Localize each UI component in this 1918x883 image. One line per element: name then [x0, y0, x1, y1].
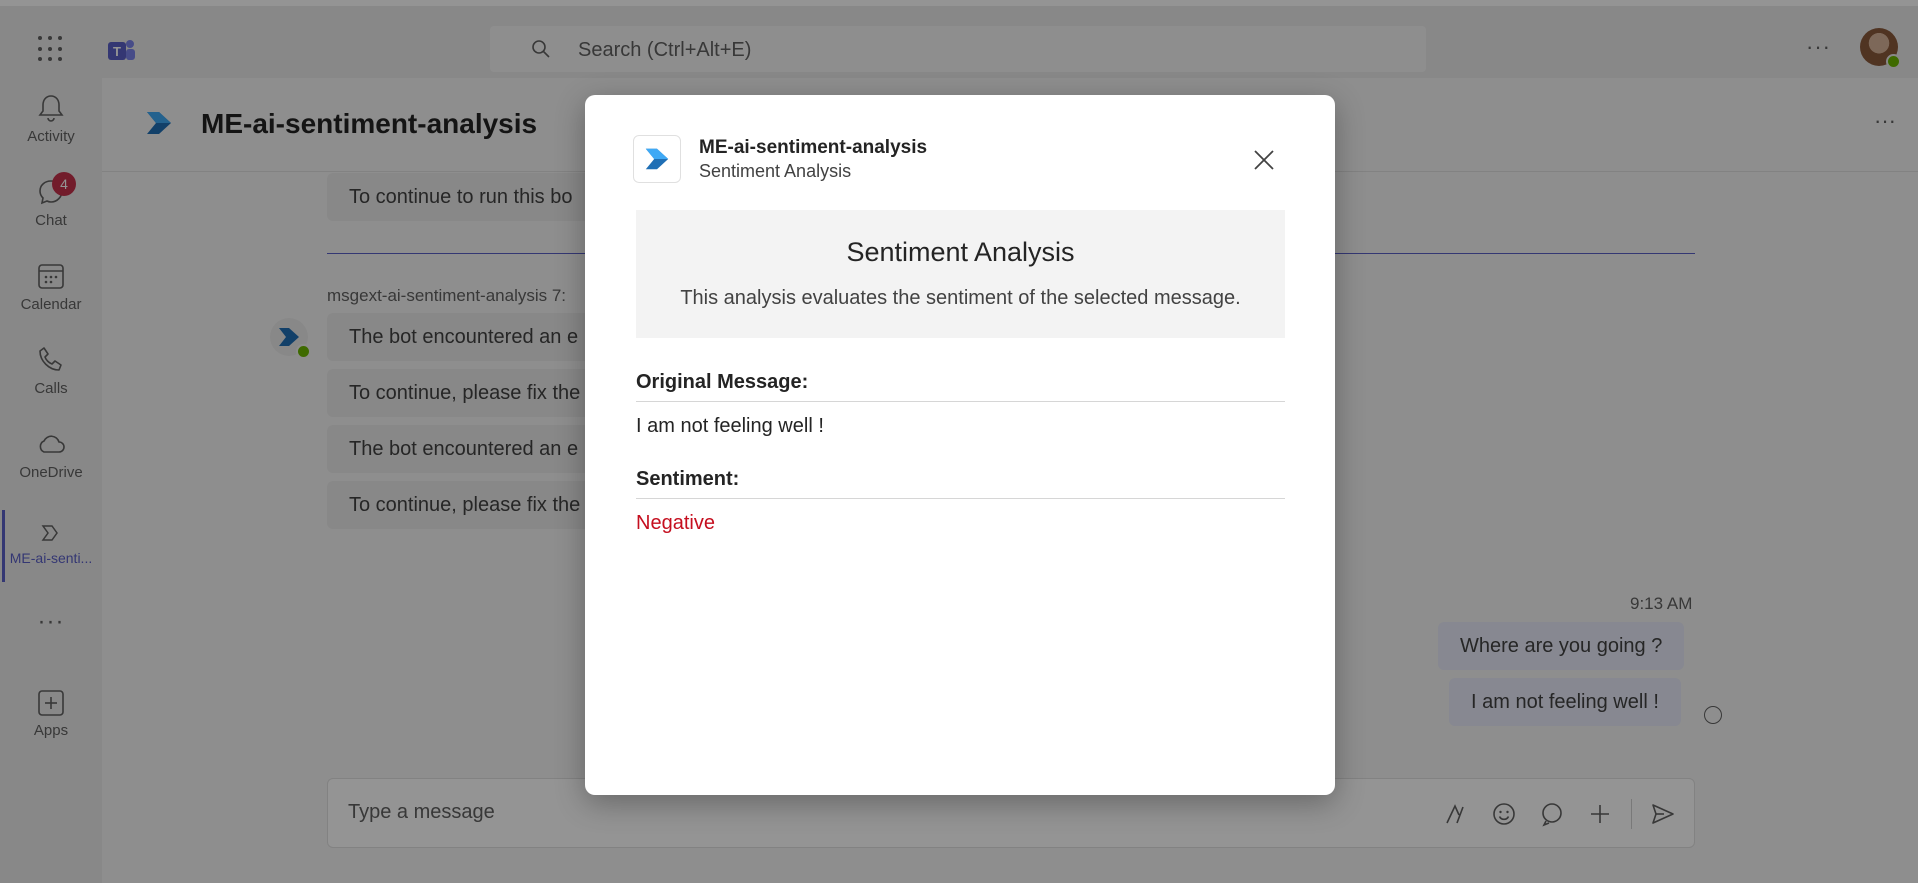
app-logo-icon — [645, 148, 669, 170]
dialog-app-logo — [633, 135, 681, 183]
sentiment-dialog: ME-ai-sentiment-analysis Sentiment Analy… — [585, 95, 1335, 795]
divider — [636, 498, 1285, 499]
card-header: Sentiment Analysis This analysis evaluat… — [636, 210, 1285, 338]
original-message-value: I am not feeling well ! — [636, 415, 824, 437]
divider — [636, 401, 1285, 402]
dialog-app-name: ME-ai-sentiment-analysis — [699, 137, 928, 158]
original-message-label: Original Message: — [636, 371, 809, 393]
card-title: Sentiment Analysis — [846, 237, 1075, 267]
sentiment-value: Negative — [636, 512, 715, 534]
sentiment-label: Sentiment: — [636, 468, 740, 490]
close-icon[interactable] — [1249, 145, 1279, 175]
card-description: This analysis evaluates the sentiment of… — [680, 287, 1241, 309]
dialog-app-subtitle: Sentiment Analysis — [699, 161, 852, 181]
